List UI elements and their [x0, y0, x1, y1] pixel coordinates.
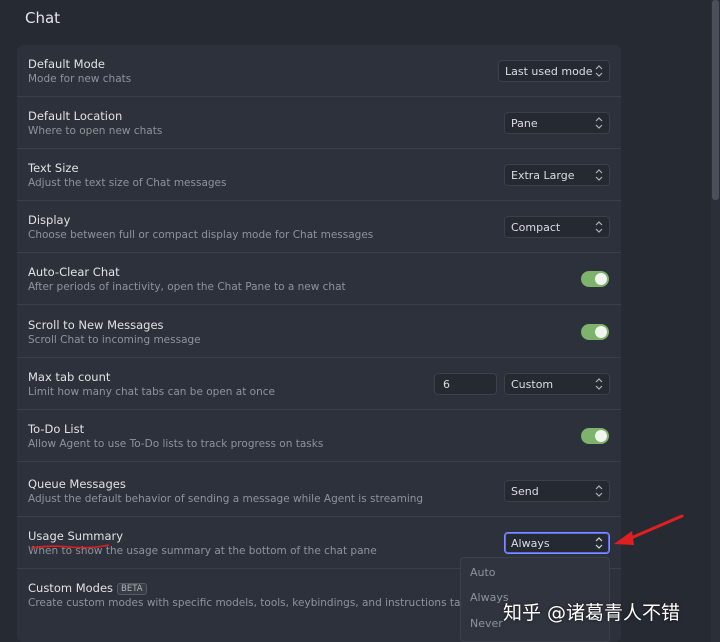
setting-scroll-to-new-messages: Scroll to New Messages Scroll Chat to in… [17, 306, 621, 358]
setting-title: Default Mode [28, 57, 106, 71]
scrollbar[interactable] [711, 0, 720, 642]
setting-queue-messages: Queue Messages Adjust the default behavi… [17, 465, 621, 517]
setting-description: Limit how many chat tabs can be open at … [28, 386, 275, 398]
select-value: Send [511, 485, 539, 498]
setting-description: Mode for new chats [28, 73, 132, 85]
setting-display: Display Choose between full or compact d… [17, 201, 621, 253]
setting-title-text: Custom Modes [28, 581, 114, 595]
setting-description: Where to open new chats [28, 125, 163, 137]
select-value: Pane [511, 117, 538, 130]
default-location-select[interactable]: Pane [504, 112, 610, 134]
select-value: Extra Large [511, 169, 575, 182]
setting-title: Display [28, 213, 71, 227]
setting-description: Adjust the text size of Chat messages [28, 177, 227, 189]
todo-list-toggle[interactable] [581, 428, 609, 444]
annotation-arrow-icon [614, 514, 684, 545]
chevron-up-down-icon [595, 169, 603, 181]
dropdown-option-never[interactable]: Never [470, 617, 503, 630]
text-size-select[interactable]: Extra Large [504, 164, 610, 186]
chevron-up-down-icon [595, 221, 603, 233]
chevron-up-down-icon [595, 117, 603, 129]
setting-description: Scroll Chat to incoming message [28, 334, 201, 346]
setting-title: To-Do List [28, 422, 85, 436]
setting-default-location: Default Location Where to open new chats… [17, 97, 621, 149]
setting-description: Create custom modes with specific models… [28, 597, 504, 609]
max-tab-count-select[interactable]: Custom [504, 373, 610, 395]
select-value: Always [511, 537, 550, 550]
setting-default-mode: Default Mode Mode for new chats Last use… [17, 45, 621, 97]
chevron-up-down-icon [595, 378, 603, 390]
setting-title: Max tab count [28, 370, 111, 384]
scroll-to-new-messages-toggle[interactable] [581, 324, 609, 340]
toggle-knob [595, 430, 607, 442]
queue-messages-select[interactable]: Send [504, 480, 610, 502]
display-select[interactable]: Compact [504, 216, 610, 238]
setting-description: Choose between full or compact display m… [28, 229, 374, 241]
beta-badge: BETA [117, 583, 147, 595]
select-value: Custom [511, 378, 554, 391]
dropdown-option-auto[interactable]: Auto [470, 566, 496, 579]
setting-auto-clear-chat: Auto-Clear Chat After periods of inactiv… [17, 253, 621, 305]
setting-title: Text Size [28, 161, 79, 175]
setting-title: Auto-Clear Chat [28, 265, 120, 279]
setting-todo-list: To-Do List Allow Agent to use To-Do list… [17, 410, 621, 462]
settings-card: Default Mode Mode for new chats Last use… [17, 45, 621, 642]
scrollbar-thumb[interactable] [712, 0, 719, 200]
chevron-up-down-icon [595, 485, 603, 497]
auto-clear-chat-toggle[interactable] [581, 271, 609, 287]
setting-title: Queue Messages [28, 477, 126, 491]
chevron-up-down-icon [595, 537, 603, 549]
select-value: Compact [511, 221, 561, 234]
default-mode-select[interactable]: Last used mode [498, 60, 610, 82]
annotation-underline [30, 544, 110, 549]
chevron-up-down-icon [595, 65, 603, 77]
setting-description: Adjust the default behavior of sending a… [28, 493, 424, 505]
toggle-knob [595, 326, 607, 338]
setting-title: Default Location [28, 109, 123, 123]
setting-max-tab-count: Max tab count Limit how many chat tabs c… [17, 358, 621, 410]
setting-title: Usage Summary [28, 529, 124, 543]
setting-title: Scroll to New Messages [28, 318, 164, 332]
setting-text-size: Text Size Adjust the text size of Chat m… [17, 149, 621, 201]
usage-summary-select[interactable]: Always [504, 532, 610, 554]
setting-title: Custom Modes BETA [28, 581, 147, 595]
select-value: Last used mode [505, 65, 593, 78]
page-title: Chat [25, 9, 61, 27]
setting-description: After periods of inactivity, open the Ch… [28, 281, 346, 293]
max-tab-count-input[interactable]: 6 [434, 373, 497, 395]
toggle-knob [595, 273, 607, 285]
watermark: 知乎 @诸葛青人不错 [503, 602, 681, 624]
setting-description: Allow Agent to use To-Do lists to track … [28, 438, 324, 450]
